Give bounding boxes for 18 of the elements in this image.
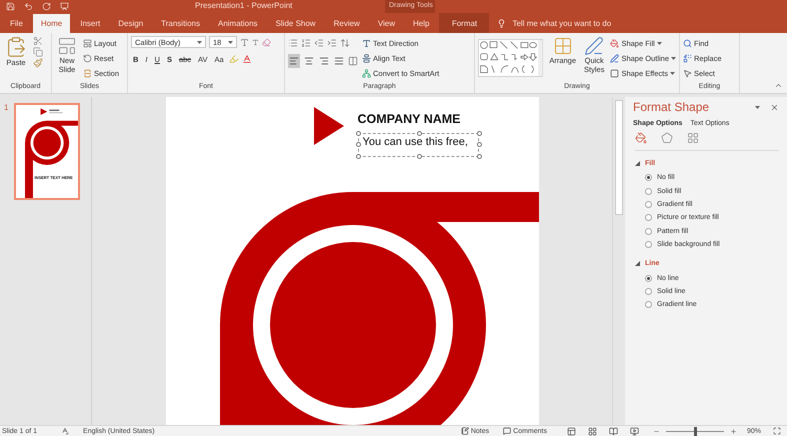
ribbon-tab[interactable]: Slide Show [268, 13, 324, 33]
ribbon-tab[interactable]: View [370, 13, 404, 33]
ribbon-tab[interactable]: Home [32, 14, 70, 33]
slide-canvas[interactable]: COMPANY NAME You can use this free, [166, 97, 538, 425]
pane-title: Format Shape [633, 100, 710, 114]
ribbon-tab[interactable]: Help [405, 13, 438, 33]
ribbon-tab[interactable]: Transitions [153, 13, 208, 33]
ribbon-tab[interactable]: Insert [72, 13, 108, 33]
ribbon-tab[interactable]: Design [110, 13, 152, 33]
text-box[interactable]: You can use this free, [358, 133, 478, 157]
slide-number: 1 [4, 103, 8, 114]
ribbon-tab[interactable]: Format [439, 13, 490, 33]
tell-me-field[interactable]: Tell me what you want to do [512, 18, 612, 28]
ribbon-tab[interactable]: Review [326, 13, 368, 33]
slide-heading: COMPANY NAME [358, 112, 461, 126]
file-tab[interactable]: File [2, 13, 31, 33]
window-title: Presentation1 - PowerPoint [195, 1, 292, 10]
ribbon-tab[interactable]: Animations [210, 13, 266, 33]
